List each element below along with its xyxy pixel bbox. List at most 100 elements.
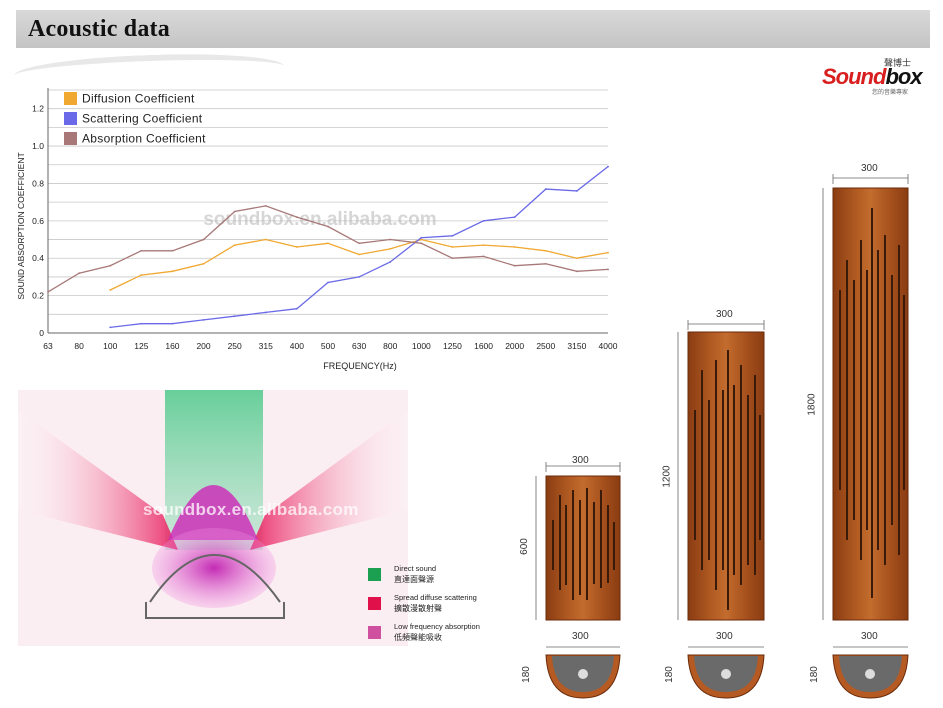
series-point: [482, 255, 485, 258]
y-tick-label: 1.0: [32, 141, 44, 151]
legend-label-en: Spread diffuse scattering: [394, 593, 477, 602]
y-tick-label: 0.8: [32, 178, 44, 188]
diagram-legend: Direct sound 直達面聲源 Spread diffuse scatte…: [368, 564, 518, 651]
legend-item-direct-sound: Direct sound 直達面聲源: [368, 564, 518, 593]
x-tick-label: 200: [196, 341, 210, 351]
series-point: [358, 242, 361, 245]
legend-label: Diffusion Coefficient: [82, 92, 195, 106]
y-tick-label: 0.2: [32, 291, 44, 301]
legend-label: Absorption Coefficient: [82, 132, 206, 146]
series-point: [202, 262, 205, 265]
legend-swatch: [64, 112, 77, 125]
series-point: [233, 315, 236, 318]
series-point: [202, 238, 205, 241]
panel-large-depth-label: 180: [808, 666, 820, 683]
x-tick-label: 63: [43, 341, 53, 351]
legend-label-cn: 直達面聲源: [394, 575, 434, 584]
chart-legend: Diffusion Coefficient Scattering Coeffici…: [64, 92, 206, 146]
series-point: [264, 238, 267, 241]
series-point: [140, 249, 143, 252]
x-tick-label: 160: [165, 341, 179, 351]
legend-label-cn: 擴散漫散射聲: [394, 604, 442, 613]
series-point: [109, 326, 112, 329]
panel-large-height-label: 1800: [806, 393, 818, 416]
legend-swatch: [64, 132, 77, 145]
legend-label-en: Low frequency absorption: [394, 622, 480, 631]
series-point: [109, 264, 112, 267]
y-axis-label: SOUND ABSORPTION COEFFICIENT: [16, 152, 26, 299]
x-tick-label: 80: [74, 341, 84, 351]
panel-large: [822, 174, 909, 699]
diagram-watermark: soundbox.en.alibaba.com: [143, 500, 359, 519]
panel-medium-height-label: 1200: [661, 465, 673, 488]
series-point: [358, 276, 361, 278]
series-point: [171, 270, 174, 273]
series-point: [327, 281, 329, 284]
series-point: [420, 236, 423, 239]
panel-small: [535, 462, 621, 699]
legend-swatch: [368, 568, 381, 581]
brand-logo: Soundbox 聲博士 您的音樂專家: [820, 58, 926, 96]
y-tick-label: 0.4: [32, 253, 44, 263]
x-tick-label: 1600: [474, 341, 493, 351]
panel-drawings: [535, 174, 909, 699]
legend-swatch: [64, 92, 77, 105]
legend-swatch: [368, 626, 381, 639]
x-tick-label: 500: [321, 341, 335, 351]
series-point: [482, 219, 485, 222]
panel-large-front: [832, 187, 909, 621]
series-point: [47, 290, 49, 293]
series-point: [389, 247, 392, 250]
y-tick-label: 1.2: [32, 104, 44, 114]
x-tick-label: 1250: [443, 341, 462, 351]
series-point: [233, 244, 236, 247]
legend-item-diffuse-scattering: Spread diffuse scattering 擴散漫散射聲: [368, 593, 518, 622]
series-point: [482, 244, 485, 247]
series-point: [171, 249, 174, 252]
panel-small-bottom-width-label: 300: [572, 631, 589, 642]
legend-label-en: Direct sound: [394, 564, 437, 573]
y-tick-label: 0.6: [32, 216, 44, 226]
y-tick-labels: 0 0.2 0.4 0.6 0.8 1.0 1.2: [32, 104, 44, 338]
panel-small-depth-label: 180: [520, 666, 532, 683]
x-tick-label: 800: [383, 341, 397, 351]
panel-medium-bottom-width-label: 300: [716, 631, 733, 642]
series-point: [78, 272, 81, 275]
x-tick-label: 400: [290, 341, 304, 351]
series-point: [389, 238, 392, 241]
panel-small-height-label: 600: [518, 538, 530, 555]
legend-label: Scattering Coefficient: [82, 112, 203, 126]
series-point: [295, 246, 298, 248]
panel-large-width-label: 300: [861, 163, 878, 174]
legend-swatch: [368, 597, 381, 610]
series-point: [295, 307, 298, 310]
x-tick-label: 315: [259, 341, 273, 351]
panel-small-width-label: 300: [572, 455, 589, 466]
panel-medium-width-label: 300: [716, 309, 733, 320]
series-point: [202, 319, 205, 321]
panel-large-bottom-width-label: 300: [861, 631, 878, 642]
logo-chinese: 聲博士: [884, 58, 912, 68]
series-point: [140, 322, 143, 325]
series-point: [295, 216, 298, 219]
chart-watermark: soundbox.en.alibaba.com: [203, 209, 436, 230]
low-frequency-absorption-zone: [152, 528, 276, 608]
series-point: [233, 210, 236, 213]
panel-medium-depth-label: 180: [663, 666, 675, 683]
series-point: [451, 257, 454, 260]
legend-label-cn: 低頻聲能吸收: [394, 633, 442, 642]
x-tick-label: 250: [228, 341, 242, 351]
series-point: [451, 246, 454, 248]
series-point: [264, 204, 267, 207]
x-tick-label: 100: [103, 341, 117, 351]
logo-tagline: 您的音樂專家: [872, 90, 909, 96]
series-point: [109, 289, 112, 291]
series-point: [420, 242, 423, 245]
series-point: [358, 253, 361, 256]
header-bar: Acoustic data: [16, 10, 930, 48]
series-point: [327, 225, 329, 228]
x-axis-label: FREQUENCY(Hz): [323, 361, 397, 371]
series-point: [389, 261, 392, 263]
x-tick-label: 125: [134, 341, 148, 351]
x-tick-label: 1000: [412, 341, 431, 351]
